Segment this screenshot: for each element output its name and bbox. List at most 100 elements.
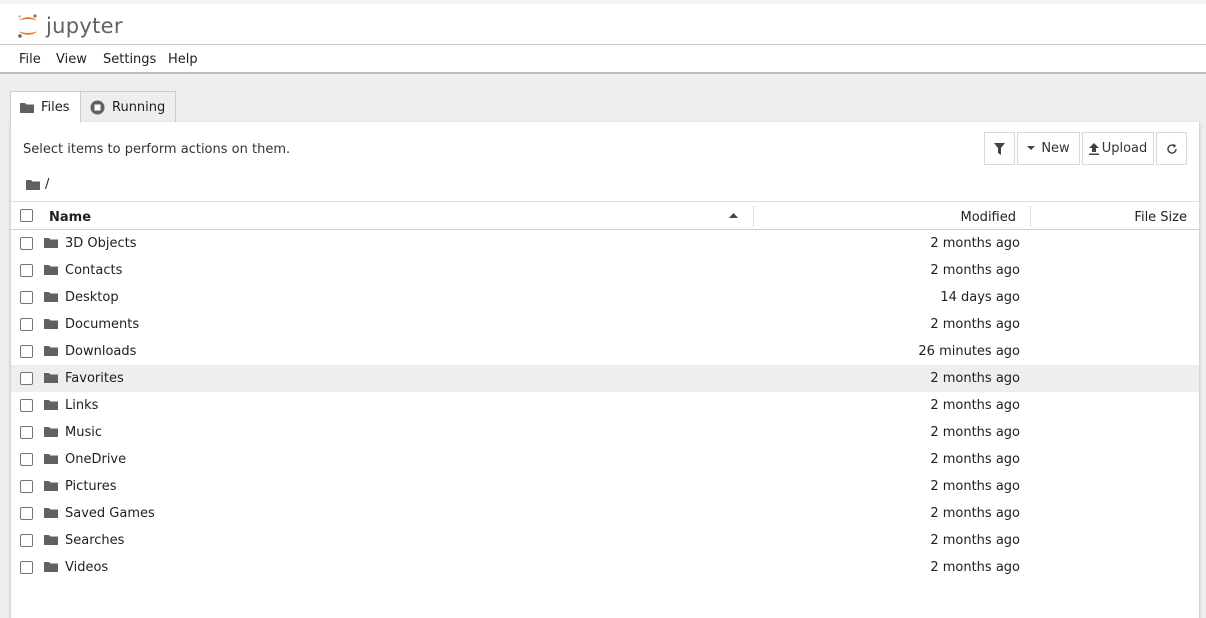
row-checkbox[interactable]: [20, 480, 33, 493]
file-name[interactable]: Music: [65, 425, 102, 440]
file-name[interactable]: Searches: [65, 533, 124, 548]
list-item[interactable]: 3D Objects 2 months ago: [11, 230, 1199, 257]
list-item[interactable]: Music 2 months ago: [11, 419, 1199, 446]
jupyter-logo-icon: [18, 14, 37, 38]
tab-running-label: Running: [112, 100, 166, 115]
file-name[interactable]: Videos: [65, 560, 108, 575]
file-modified: 14 days ago: [940, 290, 1020, 305]
row-checkbox[interactable]: [20, 507, 33, 520]
file-modified: 2 months ago: [930, 533, 1020, 548]
logo-text: jupyter: [46, 14, 123, 38]
refresh-icon: [1166, 143, 1177, 154]
file-list-header: Name Modified File Size: [11, 201, 1199, 230]
caret-down-icon: [1027, 146, 1036, 150]
row-checkbox[interactable]: [20, 372, 33, 385]
file-modified: 2 months ago: [930, 236, 1020, 251]
folder-icon: [44, 373, 58, 383]
file-name[interactable]: Pictures: [65, 479, 116, 494]
file-browser-panel: Select items to perform actions on them.…: [10, 122, 1200, 618]
row-checkbox[interactable]: [20, 291, 33, 304]
row-checkbox[interactable]: [20, 318, 33, 331]
list-item[interactable]: Saved Games 2 months ago: [11, 500, 1199, 527]
file-list: 3D Objects 2 months ago Contacts 2 month…: [11, 230, 1199, 581]
file-name[interactable]: Contacts: [65, 263, 122, 278]
file-modified: 2 months ago: [930, 317, 1020, 332]
list-item[interactable]: Favorites 2 months ago: [11, 365, 1199, 392]
list-item[interactable]: Downloads 26 minutes ago: [11, 338, 1199, 365]
tab-files[interactable]: Files: [10, 91, 81, 123]
list-item[interactable]: Videos 2 months ago: [11, 554, 1199, 581]
row-checkbox[interactable]: [20, 453, 33, 466]
file-name[interactable]: 3D Objects: [65, 236, 137, 251]
file-modified: 2 months ago: [930, 479, 1020, 494]
row-checkbox[interactable]: [20, 561, 33, 574]
row-checkbox[interactable]: [20, 345, 33, 358]
file-name[interactable]: Documents: [65, 317, 139, 332]
file-modified: 26 minutes ago: [918, 344, 1020, 359]
menu-settings[interactable]: Settings: [103, 52, 156, 67]
list-item[interactable]: Desktop 14 days ago: [11, 284, 1199, 311]
list-item[interactable]: OneDrive 2 months ago: [11, 446, 1199, 473]
row-checkbox[interactable]: [20, 426, 33, 439]
filter-button[interactable]: [984, 132, 1015, 165]
file-name[interactable]: Links: [65, 398, 98, 413]
folder-icon: [44, 562, 58, 572]
folder-icon: [44, 454, 58, 464]
tab-files-label: Files: [41, 100, 70, 115]
column-file-size[interactable]: File Size: [1134, 210, 1187, 225]
menu-file[interactable]: File: [19, 52, 41, 67]
row-checkbox[interactable]: [20, 534, 33, 547]
selection-hint: Select items to perform actions on them.: [23, 142, 291, 157]
new-button-label: New: [1041, 141, 1070, 156]
tab-running[interactable]: Running: [80, 91, 176, 123]
list-item[interactable]: Contacts 2 months ago: [11, 257, 1199, 284]
folder-icon: [44, 319, 58, 329]
folder-icon: [44, 265, 58, 275]
select-all-checkbox[interactable]: [20, 209, 33, 222]
list-item[interactable]: Pictures 2 months ago: [11, 473, 1199, 500]
jupyter-logo[interactable]: jupyter: [16, 12, 123, 40]
menu-bar: File View Settings Help: [0, 45, 1206, 74]
list-item[interactable]: Documents 2 months ago: [11, 311, 1199, 338]
file-modified: 2 months ago: [930, 398, 1020, 413]
upload-button-label: Upload: [1101, 141, 1148, 156]
sort-ascending-icon[interactable]: [729, 213, 738, 218]
row-checkbox[interactable]: [20, 264, 33, 277]
file-name[interactable]: Desktop: [65, 290, 119, 305]
filter-icon: [994, 142, 1005, 155]
file-modified: 2 months ago: [930, 452, 1020, 467]
breadcrumb-path[interactable]: /: [45, 177, 49, 192]
file-modified: 2 months ago: [930, 263, 1020, 278]
file-modified: 2 months ago: [930, 560, 1020, 575]
breadcrumb: /: [26, 177, 49, 192]
column-divider[interactable]: [753, 206, 754, 227]
file-name[interactable]: OneDrive: [65, 452, 126, 467]
row-checkbox[interactable]: [20, 237, 33, 250]
menu-view[interactable]: View: [56, 52, 87, 67]
stop-circle-icon: [90, 100, 105, 115]
file-modified: 2 months ago: [930, 506, 1020, 521]
list-item[interactable]: Links 2 months ago: [11, 392, 1199, 419]
list-item[interactable]: Searches 2 months ago: [11, 527, 1199, 554]
folder-icon[interactable]: [26, 179, 40, 190]
column-divider[interactable]: [1030, 206, 1031, 227]
file-name[interactable]: Downloads: [65, 344, 136, 359]
folder-icon: [44, 535, 58, 545]
folder-icon: [44, 481, 58, 491]
folder-icon: [44, 427, 58, 437]
upload-button[interactable]: Upload: [1082, 132, 1154, 165]
upload-icon: [1088, 142, 1099, 155]
column-name[interactable]: Name: [49, 210, 91, 225]
folder-icon: [20, 103, 34, 113]
file-name[interactable]: Saved Games: [65, 506, 155, 521]
folder-icon: [44, 292, 58, 302]
new-button[interactable]: New: [1017, 132, 1080, 165]
file-modified: 2 months ago: [930, 425, 1020, 440]
file-name[interactable]: Favorites: [65, 371, 124, 386]
app-header: jupyter: [0, 4, 1206, 45]
file-modified: 2 months ago: [930, 371, 1020, 386]
menu-help[interactable]: Help: [168, 52, 198, 67]
row-checkbox[interactable]: [20, 399, 33, 412]
refresh-button[interactable]: [1156, 132, 1187, 165]
column-modified[interactable]: Modified: [961, 210, 1016, 225]
